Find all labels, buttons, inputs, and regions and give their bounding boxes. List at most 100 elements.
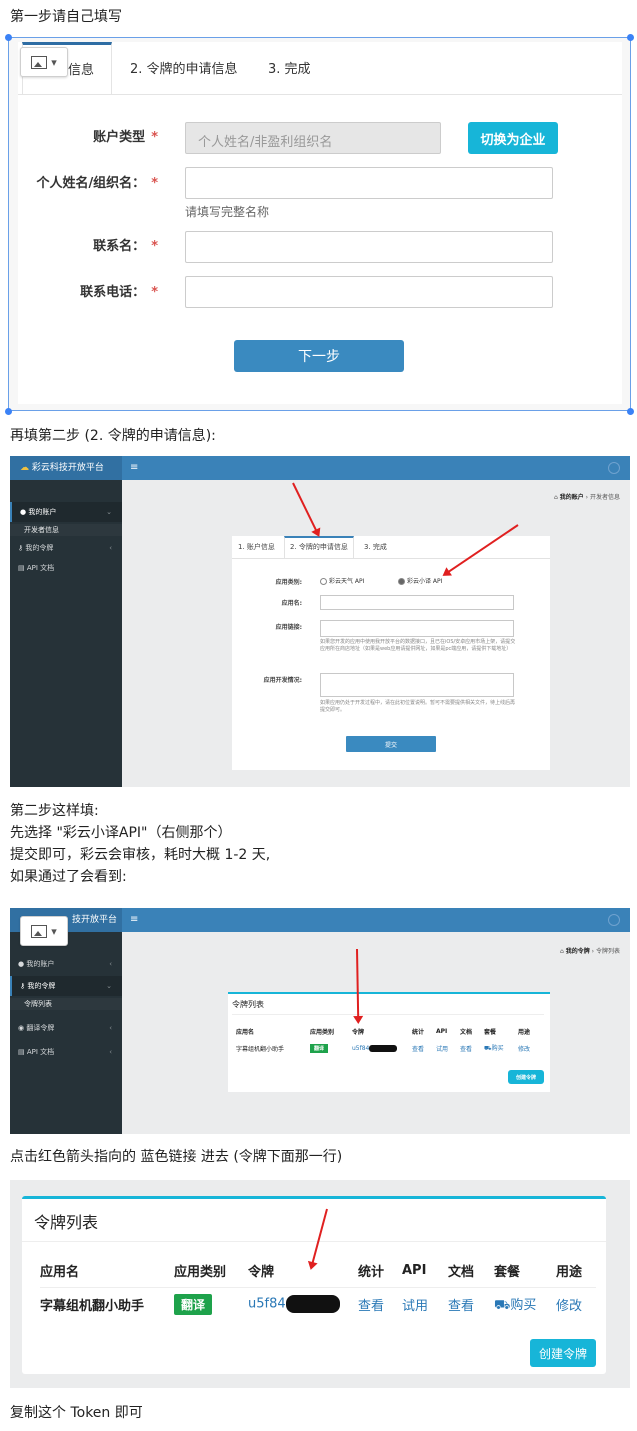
form-tabs: [232, 536, 550, 559]
tab-account-info[interactable]: 1. 账户信息: [238, 542, 275, 552]
tab-token-info[interactable]: 2. 令牌的申请信息: [130, 58, 238, 77]
menu-icon[interactable]: ≡: [130, 456, 138, 480]
cart-icon: ⛟: [484, 1045, 492, 1052]
docs-link[interactable]: 查看: [460, 1039, 484, 1057]
name-hint: 请填写完整名称: [185, 205, 270, 219]
header-app-name: 应用名: [40, 1265, 80, 1281]
api-link[interactable]: 试用: [436, 1039, 460, 1057]
category-badge: 翻译: [174, 1293, 213, 1315]
user-icon: ●: [20, 508, 27, 516]
user-avatar[interactable]: [608, 914, 620, 926]
app-link-label: 应用链接:: [275, 624, 302, 631]
switch-to-company-button[interactable]: 切换为企业: [468, 122, 558, 154]
image-options-button[interactable]: ▾: [20, 916, 68, 946]
home-icon: ⌂: [559, 948, 564, 955]
table-row: 字幕组机翻小助手 翻译 u5f84 查看 试用 查看 ⛟购买 修改: [40, 1287, 596, 1321]
create-token-button[interactable]: 创建令牌: [508, 1070, 544, 1084]
app-category-label: 应用类别:: [275, 579, 302, 586]
app-name-label: 应用名:: [281, 600, 302, 607]
sidebar-item-translate-tokens[interactable]: ◉ 翻译令牌 ‹: [10, 1018, 122, 1038]
instruction-click-link: 点击红色箭头指向的 蓝色链接 进去 (令牌下面那一行): [10, 1149, 343, 1165]
token-list-title: 令牌列表: [232, 1000, 264, 1009]
radio-translate-api[interactable]: 彩云小译 API: [398, 576, 442, 585]
api-link[interactable]: 试用: [402, 1287, 448, 1321]
contact-label: 联系名： *: [93, 239, 158, 254]
radio-weather-api[interactable]: 彩云天气 API: [320, 576, 364, 585]
app-dev-help: 如果应用仍处于开发过程中，请在此初位置说明。暂可不需要提供相关文件，待上线后再提…: [320, 700, 516, 713]
token-link[interactable]: u5f84: [248, 1297, 286, 1312]
account-type-label: 账户类型 *: [93, 130, 158, 145]
intro-text-step1: 第一步请自己填写: [10, 9, 122, 25]
translate-icon: ◉: [18, 1024, 25, 1032]
divider: [22, 1241, 606, 1242]
image-options-button[interactable]: ▾: [20, 47, 68, 77]
chevron-down-icon: ▾: [51, 55, 57, 69]
instruction-copy-token: 复制这个 Token 即可: [10, 1405, 143, 1421]
docs-link[interactable]: 查看: [448, 1287, 494, 1321]
create-token-button[interactable]: 创建令牌: [530, 1339, 596, 1367]
header-plan: 套餐: [494, 1265, 521, 1281]
sidebar-item-my-tokens[interactable]: ⚷ 我的令牌 ‹: [10, 538, 122, 558]
resize-handle[interactable]: [627, 408, 634, 415]
app-link-input[interactable]: [320, 620, 514, 637]
cell-category: 翻译: [174, 1287, 248, 1321]
header-token: 令牌: [248, 1265, 275, 1281]
name-label: 个人姓名/组织名： *: [36, 176, 158, 191]
account-type-field: 个人姓名/非盈利组织名: [185, 122, 441, 154]
buy-link[interactable]: ⛟购买: [484, 1039, 518, 1057]
sidebar-item-my-tokens[interactable]: ⚷ 我的令牌 ⌄: [10, 976, 122, 996]
sidebar-subitem-dev-info[interactable]: 开发者信息: [10, 524, 122, 536]
instruction-line: 如果通过了会看到:: [10, 869, 127, 885]
next-step-button[interactable]: 下一步: [234, 340, 404, 372]
tab-finish[interactable]: 3. 完成: [268, 58, 311, 77]
sidebar-item-my-account[interactable]: ● 我的账户 ⌄: [10, 502, 122, 522]
name-input[interactable]: [185, 167, 553, 199]
token-link[interactable]: u5f84: [352, 1045, 369, 1052]
edit-link[interactable]: 修改: [556, 1287, 596, 1321]
red-arrow-token: [356, 948, 360, 1022]
sidebar-item-api-docs[interactable]: ▤ API 文档 ‹: [10, 1042, 122, 1062]
account-form-card: 户信息 2. 令牌的申请信息 3. 完成 账户类型 * 个人姓名/非盈利组织名 切…: [18, 42, 622, 404]
menu-icon[interactable]: ≡: [130, 908, 138, 932]
sidebar-subitem-token-list[interactable]: 令牌列表: [10, 998, 122, 1010]
breadcrumb: ⌂ 我的令牌 › 令牌列表: [559, 948, 620, 955]
dashboard-screenshot-tokens: 技开放平台 ≡ ● 我的账户 ‹ ⚷ 我的令牌 ⌄ 令牌列表 ◉ 翻译令牌 ‹ ▤ A…: [10, 908, 630, 1134]
sidebar-item-my-account[interactable]: ● 我的账户 ‹: [10, 954, 122, 974]
token-table: 应用名 应用类别 令牌 统计 API 文档 套餐 用途 字幕组机翻小助手 翻译 …: [236, 1023, 538, 1057]
cell-app-name: 字幕组机翻小助手: [40, 1298, 145, 1314]
resize-handle[interactable]: [5, 408, 12, 415]
header-stats: 统计: [412, 1028, 425, 1036]
cell-category: 翻译: [310, 1039, 352, 1057]
sidebar-item-api-docs[interactable]: ▤ API 文档: [10, 558, 122, 578]
edit-link[interactable]: 修改: [518, 1039, 538, 1057]
table-header-row: 应用名 应用类别 令牌 统计 API 文档 套餐 用途: [236, 1023, 538, 1039]
header-api: API: [402, 1263, 427, 1279]
submit-button[interactable]: 提交: [346, 736, 436, 752]
buy-link[interactable]: ⛟购买: [494, 1287, 556, 1321]
header-category: 应用类别: [310, 1028, 335, 1036]
app-dev-textarea[interactable]: [320, 673, 514, 697]
cell-app-name: 字幕组机翻小助手: [236, 1045, 285, 1053]
resize-handle[interactable]: [627, 34, 634, 41]
top-nav: ☁ 彩云科技开放平台 ≡: [10, 456, 630, 480]
app-name-input[interactable]: [320, 595, 514, 610]
header-docs: 文档: [448, 1265, 475, 1281]
resize-handle[interactable]: [5, 34, 12, 41]
table-header-row: 应用名 应用类别 令牌 统计 API 文档 套餐 用途: [40, 1255, 596, 1287]
user-avatar[interactable]: [608, 462, 620, 474]
token-list-card: 令牌列表 应用名 应用类别 令牌 统计 API 文档 套餐 用途 字幕组机翻小助…: [22, 1196, 606, 1374]
phone-input[interactable]: [185, 276, 553, 308]
stats-link[interactable]: 查看: [358, 1287, 402, 1321]
tab-token-info[interactable]: 2. 令牌的申请信息: [290, 542, 348, 552]
tab-finish[interactable]: 3. 完成: [364, 542, 387, 552]
contact-input[interactable]: [185, 231, 553, 263]
token-list-card: 令牌列表 应用名 应用类别 令牌 统计 API 文档 套餐 用途 字幕组机翻小助…: [228, 992, 550, 1092]
instruction-line: 提交即可，彩云会审核，耗时大概 1-2 天,: [10, 847, 271, 863]
image-icon: [31, 55, 48, 69]
header-token: 令牌: [352, 1028, 365, 1036]
cell-token[interactable]: u5f84: [248, 1287, 358, 1321]
stats-link[interactable]: 查看: [412, 1039, 436, 1057]
redacted-token: [285, 1295, 340, 1314]
home-icon: ⌂: [553, 494, 558, 501]
cell-token[interactable]: u5f84: [352, 1039, 412, 1057]
